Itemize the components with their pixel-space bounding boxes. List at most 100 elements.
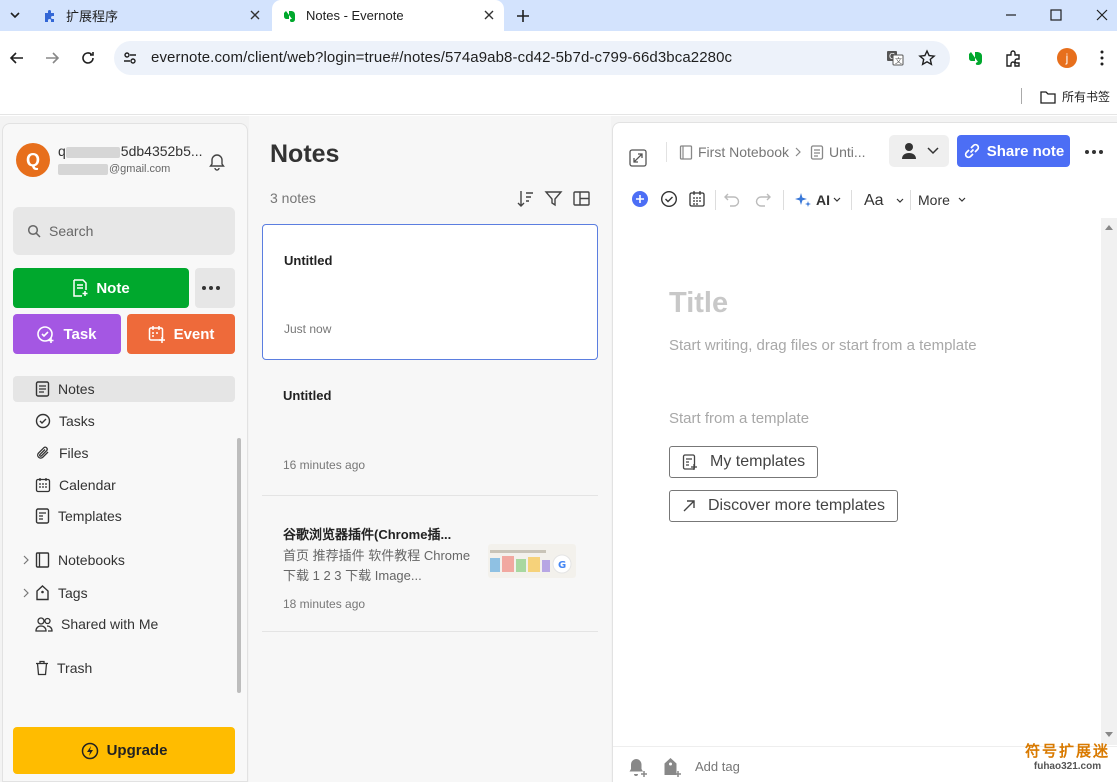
tab-search-button[interactable]	[4, 4, 26, 26]
redacted-block	[65, 146, 120, 158]
browser-tab-evernote[interactable]: Notes - Evernote	[272, 0, 504, 31]
reload-icon[interactable]	[79, 49, 97, 67]
ai-assist-button[interactable]: AI	[794, 192, 841, 208]
add-tag-input[interactable]: Add tag	[695, 759, 740, 774]
breadcrumb-note[interactable]: Unti...	[810, 144, 866, 160]
font-format-label: Aa	[864, 192, 884, 209]
scroll-down-arrow-icon[interactable]	[1105, 732, 1113, 738]
reminder-bell-icon[interactable]	[627, 756, 649, 778]
svg-text:G: G	[558, 560, 566, 571]
note-title-input[interactable]: Title	[669, 287, 728, 320]
all-bookmarks-folder[interactable]: 所有书签	[1040, 88, 1110, 105]
kebab-menu-icon[interactable]	[1093, 49, 1111, 67]
note-card-snippet: 首页 推荐插件 软件教程 Chrome 下载 1 2 3 下载 Image...	[283, 548, 471, 583]
close-icon[interactable]	[482, 8, 496, 22]
evernote-extension-icon[interactable]	[967, 49, 985, 67]
note-card[interactable]: Untitled Just now	[262, 224, 598, 360]
upgrade-button[interactable]: Upgrade	[13, 727, 235, 774]
user-icon	[902, 143, 916, 159]
chevron-right-icon	[795, 147, 801, 157]
puzzle-icon	[45, 9, 54, 22]
ai-label: AI	[816, 192, 830, 208]
bell-icon[interactable]	[208, 153, 226, 171]
trash-icon	[36, 660, 48, 676]
sidebar-item-label: Notes	[58, 381, 95, 397]
new-note-button[interactable]: Note	[13, 268, 189, 308]
profile-avatar[interactable]: j	[1057, 48, 1077, 68]
view-layout-icon[interactable]	[572, 189, 591, 208]
more-formatting-button[interactable]: More	[918, 192, 966, 208]
new-task-button[interactable]: Task	[13, 314, 121, 354]
scroll-up-arrow-icon[interactable]	[1105, 224, 1113, 230]
checkbox-icon[interactable]	[660, 190, 678, 208]
sidebar-item-label: Tags	[58, 585, 88, 601]
sidebar-scrollbar[interactable]	[237, 438, 241, 693]
toolbar-separator	[851, 190, 852, 210]
extensions-puzzle-icon[interactable]	[1004, 49, 1022, 67]
caret-right-icon[interactable]	[22, 555, 30, 565]
sidebar-item-templates[interactable]: Templates	[13, 503, 235, 529]
new-tab-plus-icon[interactable]	[514, 7, 532, 25]
toolbar-separator	[715, 190, 716, 210]
note-icon	[810, 144, 824, 160]
insert-plus-icon[interactable]	[631, 190, 649, 208]
add-tag-icon[interactable]	[661, 756, 683, 778]
sidebar-item-tags[interactable]: Tags	[13, 580, 235, 606]
close-icon[interactable]	[248, 8, 262, 22]
note-card[interactable]: Untitled 16 minutes ago	[262, 360, 598, 495]
browser-tab-extensions[interactable]: 扩展程序	[30, 0, 270, 31]
back-arrow-icon[interactable]	[8, 49, 26, 67]
url-text[interactable]: evernote.com/client/web?login=true#/note…	[151, 49, 732, 66]
discover-templates-button[interactable]: Discover more templates	[669, 490, 898, 522]
sidebar-item-trash[interactable]: Trash	[13, 655, 235, 681]
note-card-title: Untitled	[283, 388, 332, 403]
share-note-button[interactable]: Share note	[957, 135, 1070, 167]
chevron-down-icon	[833, 197, 841, 202]
sidebar-item-notes[interactable]: Notes	[13, 376, 235, 402]
tab-title: 扩展程序	[66, 9, 119, 24]
redo-icon[interactable]	[754, 190, 772, 208]
sidebar-item-shared[interactable]: Shared with Me	[13, 611, 235, 637]
arrow-up-right-icon	[683, 500, 695, 512]
breadcrumb-notebook-label: First Notebook	[698, 144, 790, 160]
calendar-plus-icon	[148, 326, 165, 343]
sidebar-item-notebooks[interactable]: Notebooks	[13, 547, 235, 573]
search-input[interactable]: Search	[13, 207, 235, 255]
maximize-icon[interactable]	[1049, 8, 1063, 22]
font-format-button[interactable]: Aa	[864, 192, 904, 210]
forward-arrow-icon[interactable]	[43, 49, 61, 67]
new-event-button[interactable]: Event	[127, 314, 235, 354]
breadcrumb-notebook[interactable]: First Notebook	[679, 144, 789, 160]
sidebar-item-tasks[interactable]: Tasks	[13, 408, 235, 434]
expand-icon[interactable]	[629, 149, 647, 167]
sidebar-item-calendar[interactable]: Calendar	[13, 472, 235, 498]
translate-icon[interactable]: G文	[886, 49, 904, 67]
share-note-label: Share note	[986, 142, 1065, 160]
sidebar-item-files[interactable]: Files	[13, 440, 235, 466]
template-heading: Start from a template	[669, 410, 810, 427]
my-templates-button[interactable]: My templates	[669, 446, 819, 478]
more-actions-button[interactable]	[195, 268, 235, 308]
window-close-icon[interactable]	[1095, 8, 1109, 22]
sidebar-item-label: Tasks	[59, 413, 95, 429]
site-settings-icon[interactable]	[122, 50, 138, 66]
minimize-icon[interactable]	[1004, 8, 1018, 22]
sidebar-item-label: Templates	[58, 508, 122, 524]
calendar-icon[interactable]	[688, 190, 706, 208]
account-name[interactable]: q 5db4352b5...	[58, 143, 203, 159]
chevron-down-icon	[10, 12, 20, 19]
bookmark-star-icon[interactable]	[918, 49, 936, 67]
share-permissions-button[interactable]	[889, 135, 949, 167]
note-body-input[interactable]: Start writing, drag files or start from …	[669, 337, 977, 354]
templates-icon	[35, 508, 50, 524]
editor-scrollbar[interactable]	[1101, 218, 1117, 745]
caret-right-icon[interactable]	[22, 588, 30, 598]
filter-icon[interactable]	[544, 189, 563, 208]
account-avatar[interactable]: Q	[16, 143, 50, 177]
more-dots-icon[interactable]	[1084, 142, 1104, 162]
sort-icon[interactable]	[516, 189, 535, 208]
breadcrumb-divider	[666, 142, 667, 162]
undo-icon[interactable]	[723, 190, 741, 208]
sidebar-item-label: Files	[59, 445, 89, 461]
sidebar-item-label: Shared with Me	[61, 616, 159, 632]
